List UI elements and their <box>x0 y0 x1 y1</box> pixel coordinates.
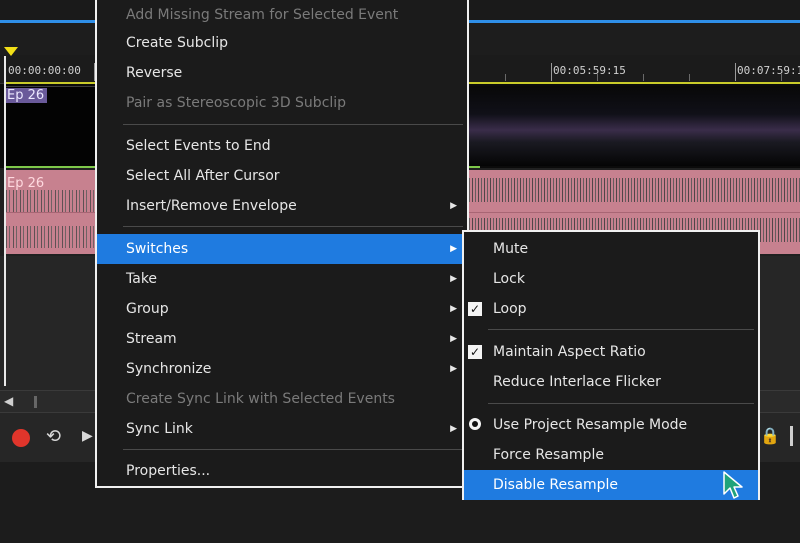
overflow-handle[interactable] <box>790 426 793 446</box>
timeline-cursor[interactable] <box>4 56 6 386</box>
switch-reduce-interlace-flicker[interactable]: Reduce Interlace Flicker <box>464 367 758 397</box>
timeline-marker[interactable] <box>4 47 18 56</box>
menu-separator <box>488 329 754 330</box>
switch-force-resample[interactable]: Force Resample <box>464 440 758 470</box>
menu-item-sync-link[interactable]: Sync Link ▶ <box>97 414 467 444</box>
submenu-arrow-icon: ▶ <box>450 364 457 374</box>
timecode-1: 00:05:59:15 <box>553 64 626 77</box>
event-context-menu: Add Missing Stream for Selected Event Cr… <box>95 0 469 488</box>
menu-item-create-sync-link[interactable]: Create Sync Link with Selected Events <box>97 384 467 414</box>
menu-separator <box>123 449 463 450</box>
lock-icon[interactable]: 🔒 <box>760 426 780 445</box>
menu-item-select-events-to-end[interactable]: Select Events to End <box>97 131 467 161</box>
switch-use-project-resample-mode[interactable]: Use Project Resample Mode <box>464 410 758 440</box>
submenu-arrow-icon: ▶ <box>450 334 457 344</box>
menu-item-add-missing-stream[interactable]: Add Missing Stream for Selected Event <box>97 0 467 30</box>
menu-item-pair-stereoscopic[interactable]: Pair as Stereoscopic 3D Subclip <box>97 88 467 118</box>
submenu-arrow-icon: ▶ <box>450 244 457 254</box>
chevron-left-icon[interactable]: ◀ <box>4 394 13 408</box>
menu-separator <box>123 124 463 125</box>
menu-item-reverse[interactable]: Reverse <box>97 58 467 88</box>
audio-waveform-left-1 <box>6 190 96 212</box>
switch-lock[interactable]: Lock <box>464 264 758 294</box>
submenu-arrow-icon: ▶ <box>450 201 457 211</box>
audio-waveform-left-2 <box>6 226 96 248</box>
menu-item-group[interactable]: Group ▶ <box>97 294 467 324</box>
menu-item-take[interactable]: Take ▶ <box>97 264 467 294</box>
checkmark-icon: ✓ <box>468 302 482 316</box>
video-event-thumbnail <box>466 86 800 166</box>
video-event-label: Ep 26 <box>4 88 48 103</box>
submenu-arrow-icon: ▶ <box>450 274 457 284</box>
timecode-0: 00:00:00:00 <box>8 64 81 77</box>
switch-disable-resample[interactable]: Disable Resample <box>464 470 758 500</box>
scroll-thumb[interactable] <box>34 396 37 408</box>
menu-item-insert-remove-envelope[interactable]: Insert/Remove Envelope ▶ <box>97 191 467 221</box>
checkmark-icon: ✓ <box>468 345 482 359</box>
switch-mute[interactable]: Mute <box>464 234 758 264</box>
menu-item-switches[interactable]: Switches ▶ <box>97 234 467 264</box>
audio-event-label: Ep 26 <box>7 176 45 191</box>
menu-item-stream[interactable]: Stream ▶ <box>97 324 467 354</box>
menu-separator <box>488 403 754 404</box>
switch-loop[interactable]: ✓ Loop <box>464 294 758 324</box>
radio-selected-icon <box>469 418 481 430</box>
submenu-arrow-icon: ▶ <box>450 424 457 434</box>
audio-waveform-1 <box>466 178 800 202</box>
menu-item-select-all-after-cursor[interactable]: Select All After Cursor <box>97 161 467 191</box>
mouse-pointer-icon <box>723 471 743 499</box>
record-icon[interactable] <box>12 429 30 447</box>
menu-item-create-subclip[interactable]: Create Subclip <box>97 28 467 58</box>
menu-item-synchronize[interactable]: Synchronize ▶ <box>97 354 467 384</box>
menu-separator <box>123 226 463 227</box>
play-icon[interactable]: ▶ <box>82 428 93 444</box>
submenu-arrow-icon: ▶ <box>450 304 457 314</box>
timecode-2: 00:07:59:12 <box>737 64 800 77</box>
switches-submenu: Mute Lock ✓ Loop ✓ Maintain Aspect Ratio… <box>462 230 760 500</box>
menu-item-properties[interactable]: Properties... <box>97 456 467 486</box>
loop-icon[interactable]: ⟲ <box>46 426 61 447</box>
switch-maintain-aspect-ratio[interactable]: ✓ Maintain Aspect Ratio <box>464 337 758 367</box>
